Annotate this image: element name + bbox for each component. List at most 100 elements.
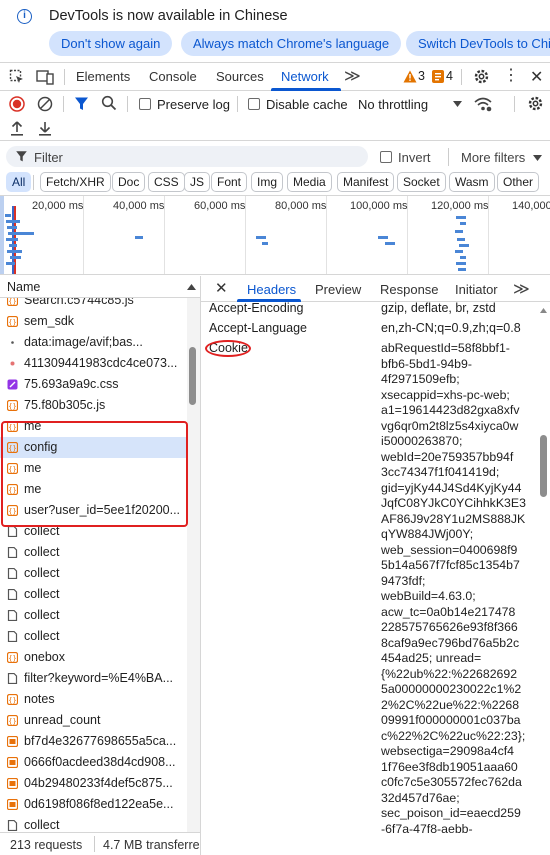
image-icon	[7, 757, 18, 768]
preserve-log-checkbox[interactable]	[139, 98, 151, 110]
tab-preview[interactable]: Preview	[315, 282, 361, 297]
cookie-value-line: a1=19614423d82gxa8xfv	[381, 403, 520, 417]
request-row[interactable]: data:image/avif;bas...	[0, 332, 186, 353]
cookie-value-line: abRequestId=58f8bbf1-	[381, 341, 510, 355]
request-row[interactable]: 0d6198f086f8ed122ea5e...	[0, 794, 186, 815]
filter-funnel-icon[interactable]	[74, 96, 89, 112]
tab-console[interactable]: Console	[149, 69, 197, 84]
tab-initiator[interactable]: Initiator	[455, 282, 498, 297]
search-icon[interactable]	[101, 95, 117, 111]
inspect-element-icon[interactable]	[9, 69, 25, 85]
request-row[interactable]: collect	[0, 626, 186, 647]
tick-label: 120,000 ms	[431, 200, 489, 212]
cookie-value-line: gid=yjKy44J4Sd4KyjKy44	[381, 480, 522, 495]
list-scrollbar-thumb[interactable]	[189, 347, 196, 405]
request-row[interactable]: filter?keyword=%E4%BA...	[0, 668, 186, 689]
tab-network[interactable]: Network	[281, 69, 329, 84]
details-scrollbar[interactable]	[537, 302, 550, 855]
waterfall-bar	[455, 230, 463, 233]
cookie-value-line: c%22%2C%22uc%22:23};	[381, 728, 526, 743]
always-match-language-button[interactable]: Always match Chrome's language	[181, 31, 402, 56]
request-row[interactable]: {} sem_sdk	[0, 311, 186, 332]
dont-show-again-button[interactable]: Don't show again	[49, 31, 173, 56]
request-row[interactable]: {} 75.f80b305c.js	[0, 395, 186, 416]
request-name: 0d6198f086f8ed122ea5e...	[24, 797, 174, 811]
chip-manifest[interactable]: Manifest	[337, 172, 395, 192]
chip-font[interactable]: Font	[211, 172, 248, 192]
waterfall-bar	[7, 250, 22, 253]
warning-count[interactable]: 3	[418, 69, 425, 83]
cookie-value-line: websectiga=29098a4cf4	[381, 744, 514, 758]
overview-selection-handle[interactable]	[0, 196, 4, 274]
chip-js[interactable]: JS	[184, 172, 211, 192]
request-row[interactable]: bf7d4e32677698655a5ca...	[0, 731, 186, 752]
clear-icon[interactable]	[37, 96, 53, 112]
record-stop-icon[interactable]	[9, 96, 25, 112]
more-detail-tabs-button[interactable]: ≫	[513, 279, 530, 299]
script-icon: {}	[7, 715, 18, 726]
chip-css[interactable]: CSS	[148, 172, 185, 192]
tab-headers[interactable]: Headers	[247, 282, 296, 297]
request-row[interactable]: 04b29480233f4def5c875...	[0, 773, 186, 794]
request-row[interactable]: {} onebox	[0, 647, 186, 668]
list-scrollbar[interactable]	[187, 298, 200, 832]
close-details-icon[interactable]: ✕	[215, 279, 228, 297]
import-export-toolbar	[0, 117, 550, 141]
waterfall-bar	[9, 244, 17, 247]
customize-menu-icon[interactable]: ⋮	[503, 68, 519, 84]
request-row[interactable]: {} Search.c5744c85.js	[0, 298, 186, 311]
chip-all[interactable]: All	[6, 172, 32, 192]
request-row[interactable]: collect	[0, 563, 186, 584]
request-row[interactable]: collect	[0, 815, 186, 832]
disable-cache-checkbox[interactable]	[248, 98, 260, 110]
close-devtools-icon[interactable]: ✕	[530, 67, 543, 87]
waterfall-bar	[8, 232, 26, 235]
cookie-value-line: 09991f000000001c037ba	[381, 713, 521, 727]
request-row[interactable]: 0666f0acdeed38d4cd908...	[0, 752, 186, 773]
waterfall-bar	[459, 244, 469, 247]
request-list: {} Search.c5744c85.js {} sem_sdk data:image/…	[0, 298, 200, 832]
invert-checkbox[interactable]	[380, 151, 392, 163]
chip-other[interactable]: Other	[497, 172, 540, 192]
network-settings-gear-icon[interactable]	[527, 95, 544, 112]
chip-doc[interactable]: Doc	[112, 172, 146, 192]
scroll-up-icon[interactable]	[540, 308, 547, 313]
chip-img[interactable]: Img	[251, 172, 284, 192]
chip-socket[interactable]: Socket	[397, 172, 446, 192]
tab-response[interactable]: Response	[380, 282, 439, 297]
chip-media[interactable]: Media	[287, 172, 332, 192]
switch-devtools-language-button[interactable]: Switch DevTools to Chi	[406, 31, 550, 56]
more-tabs-button[interactable]: ≫	[344, 66, 361, 86]
request-row[interactable]: 75.693a9a9c.css	[0, 374, 186, 395]
error-count[interactable]: 4	[446, 69, 453, 83]
device-toolbar-icon[interactable]	[36, 69, 54, 85]
request-row[interactable]: 411309441983cdc4ce073...	[0, 353, 186, 374]
network-conditions-wifi-icon[interactable]	[474, 96, 492, 112]
waterfall-bar	[385, 242, 395, 245]
sort-ascending-icon[interactable]	[187, 284, 196, 290]
throttling-select[interactable]: No throttling	[358, 97, 428, 112]
tab-sources[interactable]: Sources	[216, 69, 264, 84]
name-column-header[interactable]: Name	[0, 276, 200, 298]
network-overview-timeline[interactable]: 20,000 ms 40,000 ms 60,000 ms 80,000 ms …	[0, 195, 550, 275]
request-row[interactable]: collect	[0, 605, 186, 626]
document-icon	[7, 589, 18, 600]
more-filters-button[interactable]: More filters	[461, 150, 525, 165]
chip-wasm[interactable]: Wasm	[449, 172, 495, 192]
chip-fetch-xhr[interactable]: Fetch/XHR	[40, 172, 111, 192]
chevron-down-icon[interactable]	[453, 101, 462, 107]
document-icon	[7, 673, 18, 684]
request-row[interactable]: collect	[0, 542, 186, 563]
request-row[interactable]: {} unread_count	[0, 710, 186, 731]
cookie-value-line: qYW884JWj00Y;	[381, 527, 474, 541]
details-scrollbar-thumb[interactable]	[540, 435, 547, 497]
settings-gear-icon[interactable]	[473, 68, 490, 85]
tab-elements[interactable]: Elements	[76, 69, 130, 84]
export-har-download-icon[interactable]	[38, 121, 52, 136]
request-row[interactable]: collect	[0, 584, 186, 605]
request-name: 75.693a9a9c.css	[24, 377, 119, 391]
import-har-upload-icon[interactable]	[10, 121, 24, 136]
svg-text:{}: {}	[8, 298, 16, 305]
chevron-down-icon[interactable]	[533, 155, 542, 161]
request-row[interactable]: {} notes	[0, 689, 186, 710]
